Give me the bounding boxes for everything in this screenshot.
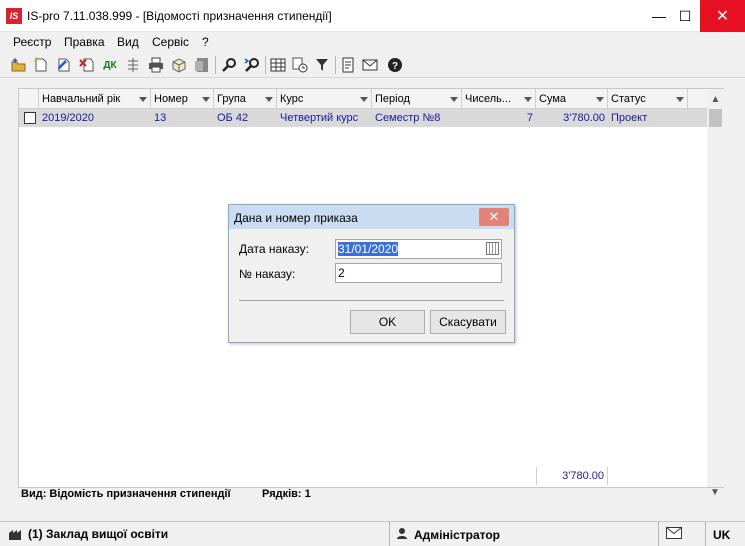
rows-count: Рядків: 1 — [262, 488, 311, 500]
column-header-count[interactable]: Чисель... — [462, 89, 536, 109]
edit-icon[interactable] — [54, 55, 74, 75]
vertical-scrollbar[interactable]: ▲ — [707, 89, 724, 487]
close-window-button[interactable]: ✕ — [700, 0, 745, 32]
split-icon[interactable] — [123, 55, 143, 75]
mail-status-icon[interactable] — [666, 526, 682, 542]
column-header-label: Номер — [154, 93, 188, 105]
toolbar-separator — [265, 56, 266, 74]
window-title: IS-pro 7.11.038.999 - [Відомості признач… — [27, 9, 332, 23]
new-icon[interactable] — [31, 55, 51, 75]
language-indicator[interactable]: UK — [713, 528, 730, 542]
ok-button[interactable]: OK — [350, 310, 425, 334]
column-header-course[interactable]: Курс — [277, 89, 372, 109]
package-icon[interactable] — [169, 55, 189, 75]
status-separator — [658, 522, 659, 546]
toolbar-separator — [215, 56, 216, 74]
cell-year: 2019/2020 — [42, 112, 94, 124]
dialog-close-button[interactable]: ✕ — [479, 208, 509, 226]
toolbar: ДК ? — [0, 52, 745, 78]
cell-period: Семестр №8 — [375, 112, 441, 124]
delete-icon[interactable] — [77, 55, 97, 75]
menu-registry[interactable]: Реєстр — [13, 35, 51, 49]
menu-edit[interactable]: Правка — [64, 35, 105, 49]
cancel-button[interactable]: Скасувати — [430, 310, 506, 334]
cell-course: Четвертий курс — [280, 112, 359, 124]
row-checkbox[interactable] — [24, 112, 36, 124]
chevron-down-icon — [676, 97, 684, 102]
open-icon[interactable] — [9, 55, 29, 75]
user-label[interactable]: Адміністратор — [414, 528, 500, 542]
menu-bar: Реєстр Правка Вид Сервіс ? — [0, 32, 745, 52]
print-icon[interactable] — [146, 55, 166, 75]
toolbar-separator — [335, 56, 336, 74]
export-icon[interactable] — [192, 55, 212, 75]
user-icon — [396, 527, 408, 542]
column-header-label: Курс — [280, 93, 304, 105]
mail-icon[interactable] — [360, 55, 380, 75]
menu-service[interactable]: Сервіс — [152, 35, 189, 49]
column-header-number[interactable]: Номер — [151, 89, 214, 109]
date-value: 31/01/2020 — [338, 242, 399, 256]
scroll-thumb[interactable] — [709, 109, 722, 127]
number-label: № наказу: — [239, 267, 296, 281]
help-icon[interactable]: ? — [385, 55, 405, 75]
chevron-down-icon — [265, 97, 273, 102]
chevron-down-icon — [202, 97, 210, 102]
header-check-column — [19, 89, 39, 109]
cell-group: ОБ 42 — [217, 112, 249, 124]
order-dialog: Дана и номер приказа ✕ Дата наказу: 31/0… — [228, 204, 515, 343]
table-row[interactable]: 2019/2020 13 ОБ 42 Четвертий курс Семест… — [19, 109, 707, 127]
menu-help[interactable]: ? — [202, 35, 209, 49]
cell-count: 7 — [526, 112, 533, 124]
column-header-label: Навчальний рік — [42, 93, 121, 105]
status-bar: (1) Заклад вищої освіти Адміністратор UK — [0, 521, 745, 546]
filter-icon[interactable] — [312, 55, 332, 75]
grid-header: Навчальний рік Номер Група Курс Період Ч… — [19, 89, 707, 109]
column-header-label: Група — [217, 93, 246, 105]
menu-view[interactable]: Вид — [117, 35, 139, 49]
maximize-button[interactable]: ☐ — [668, 0, 702, 32]
column-header-sum[interactable]: Сума — [536, 89, 608, 109]
organization-label[interactable]: (1) Заклад вищої освіти — [28, 527, 168, 541]
app-logo-icon: IS — [6, 8, 22, 24]
cell-number: 13 — [154, 112, 167, 124]
document-icon[interactable] — [338, 55, 358, 75]
column-header-period[interactable]: Період — [372, 89, 462, 109]
table-icon[interactable] — [268, 55, 288, 75]
title-bar: IS IS-pro 7.11.038.999 - [Відомості приз… — [0, 0, 745, 32]
cell-status: Проект — [611, 112, 648, 124]
svg-text:?: ? — [392, 61, 398, 72]
chevron-down-icon — [450, 97, 458, 102]
column-header-status[interactable]: Статус — [608, 89, 688, 109]
column-header-year[interactable]: Навчальний рік — [39, 89, 151, 109]
date-label: Дата наказу: — [239, 242, 309, 256]
status-separator — [705, 522, 706, 546]
view-label: Вид: Відомість призначення стипендії — [21, 488, 231, 500]
search-icon[interactable] — [219, 55, 239, 75]
column-header-label: Чисель... — [465, 93, 512, 105]
dialog-title-bar: Дана и номер приказа ✕ — [229, 205, 514, 229]
history-icon[interactable] — [290, 55, 310, 75]
scroll-up-icon[interactable]: ▲ — [707, 91, 724, 107]
chevron-down-icon — [139, 97, 147, 102]
chevron-down-icon — [360, 97, 368, 102]
chevron-down-icon — [524, 97, 532, 102]
date-field[interactable]: 31/01/2020 — [335, 239, 502, 259]
dk-icon[interactable]: ДК — [100, 55, 120, 75]
dialog-divider — [239, 300, 504, 301]
calendar-icon[interactable] — [486, 242, 499, 255]
scroll-down-icon[interactable]: ▼ — [708, 487, 722, 501]
column-header-label: Період — [375, 93, 410, 105]
column-header-label: Сума — [539, 93, 567, 105]
status-separator — [389, 522, 390, 546]
organization-icon — [8, 527, 22, 541]
search-next-icon[interactable] — [242, 55, 262, 75]
dialog-title: Дана и номер приказа — [234, 211, 358, 225]
cell-sum: 3'780.00 — [563, 112, 605, 124]
total-sum: 3'780.00 — [536, 467, 608, 485]
column-header-group[interactable]: Група — [214, 89, 277, 109]
chevron-down-icon — [596, 97, 604, 102]
number-field[interactable]: 2 — [335, 263, 502, 283]
column-header-label: Статус — [611, 93, 646, 105]
